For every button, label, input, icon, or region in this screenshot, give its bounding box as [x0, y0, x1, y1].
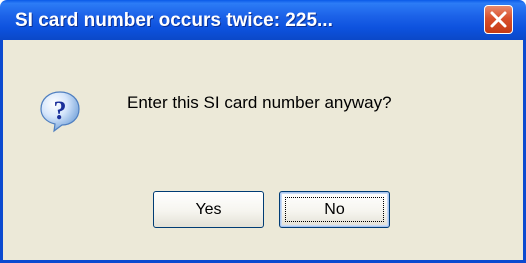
title-bar[interactable]: SI card number occurs twice: 225...	[0, 0, 526, 40]
no-button[interactable]: No	[279, 191, 390, 228]
close-button[interactable]	[484, 5, 513, 34]
dialog-message: Enter this SI card number anyway?	[127, 93, 392, 112]
no-button-label: No	[324, 200, 345, 218]
message-dialog: SI card number occurs twice: 225... ? En…	[0, 0, 526, 263]
yes-button[interactable]: Yes	[153, 191, 264, 228]
question-icon: ?	[38, 89, 83, 134]
close-icon	[490, 11, 507, 28]
svg-text:?: ?	[54, 96, 67, 125]
dialog-title: SI card number occurs twice: 225...	[15, 10, 333, 31]
dialog-body: ? Enter this SI card number anyway? Yes …	[0, 40, 526, 263]
yes-button-label: Yes	[195, 200, 222, 218]
